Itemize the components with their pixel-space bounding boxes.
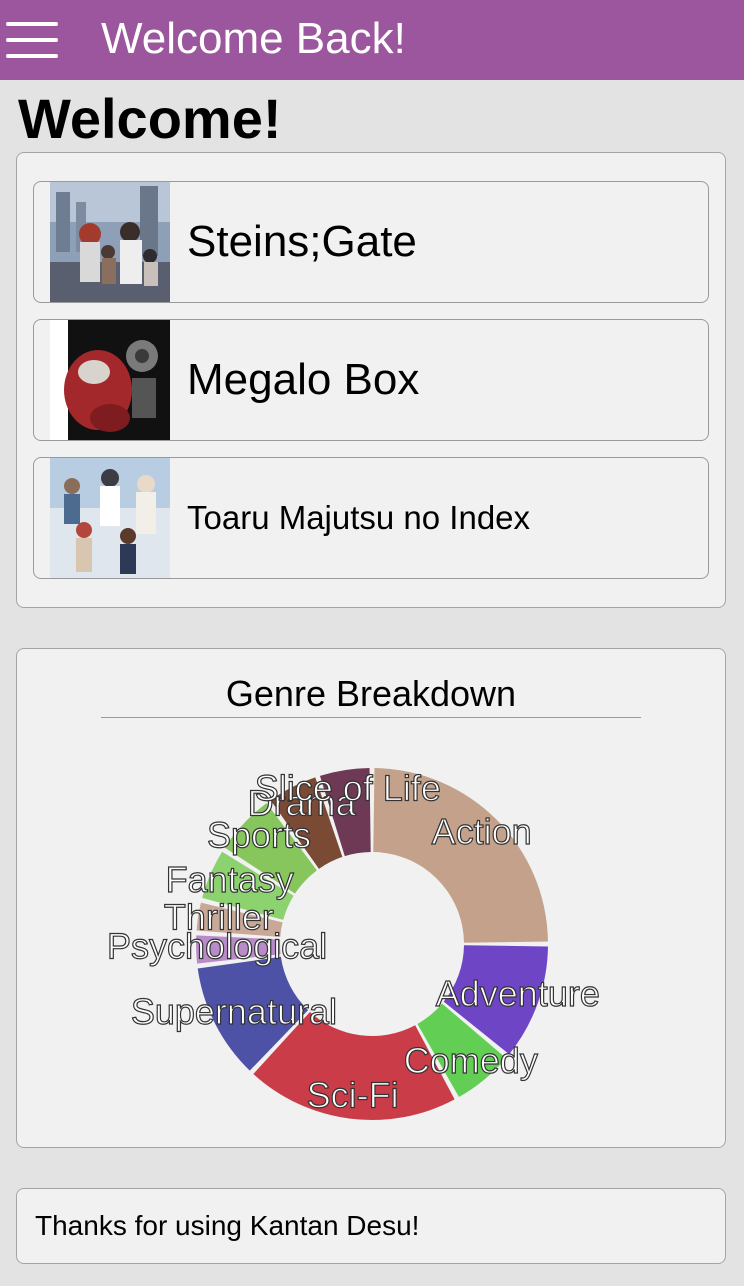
hamburger-menu-icon[interactable] [6,22,58,58]
slice-label: Supernatural [131,991,337,1032]
slice-label: Sci-Fi [307,1074,399,1115]
slice-label: Thriller [164,896,274,937]
slice-label: Comedy [404,1040,538,1081]
app-bar-title: Welcome Back! [101,14,406,63]
slice-label: Slice of Life [255,767,441,808]
genre-donut-chart: ActionAdventureComedySci-FiSupernaturalP… [106,767,600,1120]
anime-title: Toaru Majutsu no Index [187,499,531,536]
anime-title: Steins;Gate [187,217,417,266]
recent-anime-card: Steins;Gate Megalo Box Toaru Majutsu no … [16,152,726,608]
genre-breakdown-card: Genre Breakdown Action Adventure Comedy Sci… [16,648,726,1148]
anime-cover-thumbnail [50,320,170,440]
slice-label: Fantasy [166,859,294,900]
anime-title: Megalo Box [187,355,420,404]
anime-cover-thumbnail [50,458,170,578]
slice-label: Action [432,811,532,852]
slice-label: Adventure [436,973,600,1014]
page-heading: Welcome! [18,87,282,150]
anime-cover-thumbnail [50,182,170,302]
anime-list-item[interactable]: Steins;Gate [33,181,709,303]
top-app-bar: Welcome Back! [0,0,744,80]
footer-card: Thanks for using Kantan Desu! [16,1188,726,1264]
footer-message: Thanks for using Kantan Desu! [35,1210,420,1241]
anime-list-item[interactable]: Toaru Majutsu no Index [33,457,709,579]
anime-list-item[interactable]: Megalo Box [33,319,709,441]
